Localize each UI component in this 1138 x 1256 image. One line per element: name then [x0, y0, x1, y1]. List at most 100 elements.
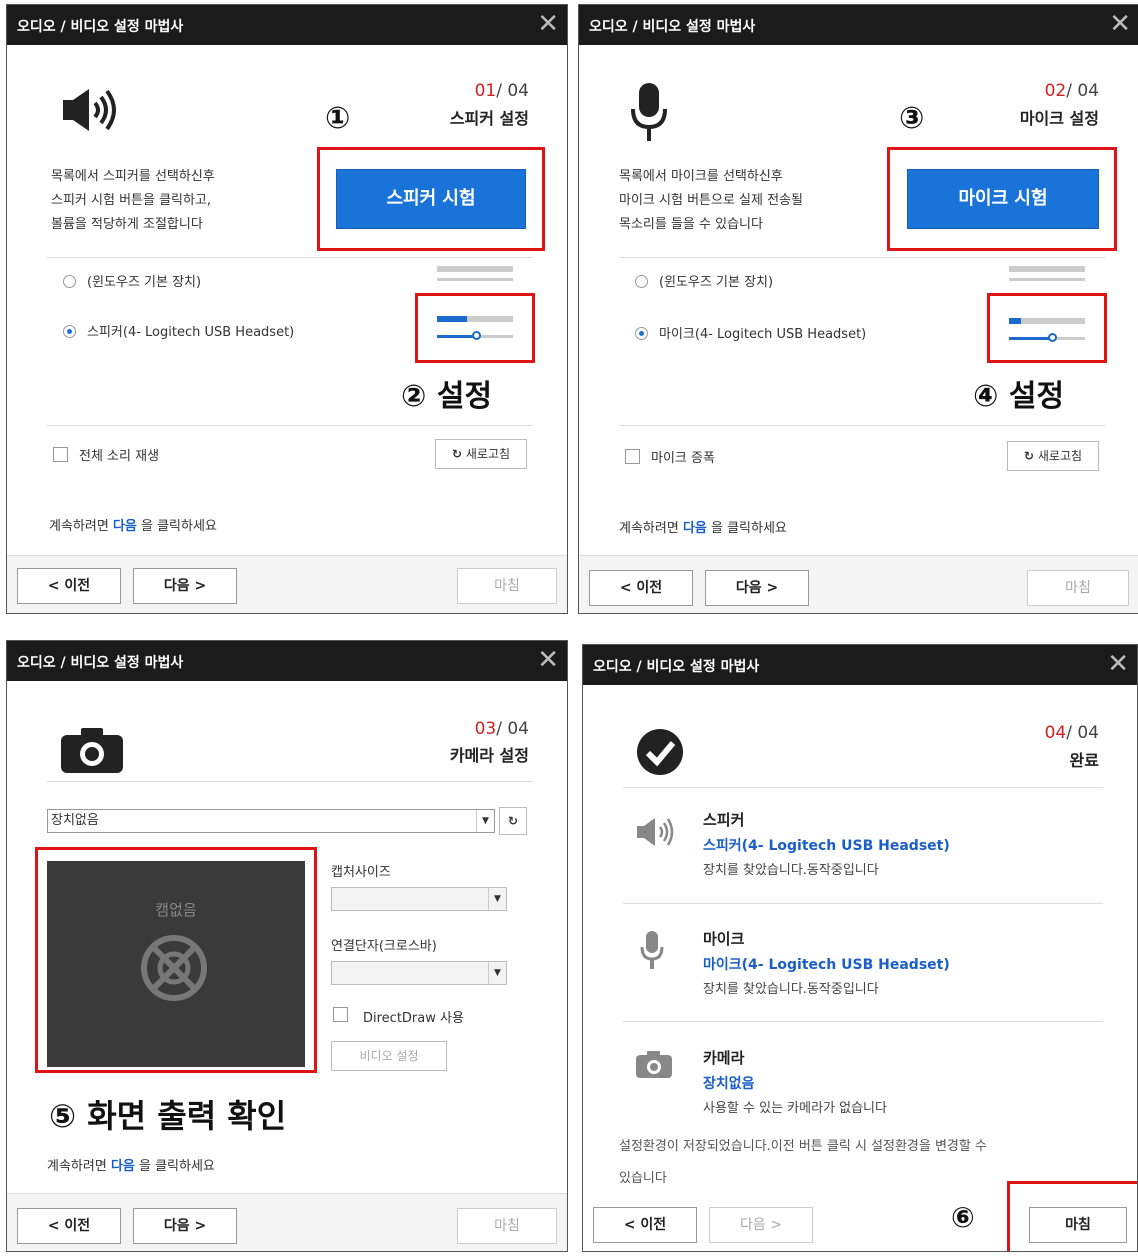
close-icon[interactable]: ✕ [537, 9, 559, 39]
prev-button[interactable]: < 이전 [17, 1208, 121, 1244]
title-bar: 오디오 / 비디오 설정 마법사 ✕ [579, 5, 1138, 45]
camera-icon [636, 1051, 672, 1078]
instruction-line: 스피커 시험 버튼을 클릭하고, [51, 193, 212, 208]
step-total: / 04 [496, 719, 529, 739]
close-icon[interactable]: ✕ [1107, 649, 1129, 679]
refresh-label: 새로고침 [465, 447, 511, 461]
step-title: 마이크 설정 [1019, 109, 1099, 128]
device-label: (윈도우즈 기본 장치) [87, 275, 202, 290]
annotation-3: ③ [899, 101, 925, 136]
step-indicator: 04/ 04 [1045, 723, 1099, 743]
input-slider-track[interactable] [1009, 278, 1085, 281]
prev-button[interactable]: < 이전 [589, 570, 693, 606]
speaker-icon [637, 818, 674, 846]
close-icon[interactable]: ✕ [537, 645, 559, 675]
step-title: 카메라 설정 [449, 746, 529, 765]
next-button[interactable]: 다음 > [709, 1207, 813, 1243]
summary-device: 스피커(4- Logitech USB Headset) [703, 838, 950, 854]
finish-button[interactable]: 마침 [1029, 1207, 1127, 1243]
summary-status: 장치를 찾았습니다.동작중입니다 [703, 863, 879, 878]
footer: < 이전 다음 > 마침 [579, 555, 1138, 613]
window-title: 오디오 / 비디오 설정 마법사 [17, 655, 184, 671]
capture-size-label: 캡처사이즈 [331, 865, 391, 880]
camera-icon [61, 728, 123, 773]
step-number: 01 [474, 81, 497, 101]
wizard-window-camera: 오디오 / 비디오 설정 마법사 ✕ 03/ 04 카메라 설정 장치없음 ▼ … [6, 640, 568, 1252]
step-total: / 04 [1066, 81, 1099, 101]
capture-size-select[interactable]: ▼ [331, 887, 507, 911]
chevron-down-icon: ▼ [488, 962, 506, 984]
step-number: 02 [1044, 81, 1067, 101]
divider [47, 257, 533, 258]
step-number: 04 [1044, 723, 1067, 743]
microphone-icon [631, 83, 667, 141]
microphone-test-button[interactable]: 마이크 시험 [907, 169, 1099, 229]
device-label: 스피커(4- Logitech USB Headset) [87, 325, 295, 340]
step-total: / 04 [496, 81, 529, 101]
summary-status: 사용할 수 있는 카메라가 없습니다 [703, 1101, 887, 1116]
volume-slider-fill [437, 335, 477, 338]
play-all-checkbox[interactable] [53, 447, 68, 462]
radio-headset-device[interactable] [63, 325, 76, 338]
next-button[interactable]: 다음 > [133, 568, 237, 604]
step-indicator: 02/ 04 [1045, 81, 1099, 101]
microphone-icon [640, 931, 664, 969]
instruction-line: 목소리를 들을 수 있습니다 [619, 217, 763, 232]
chevron-down-icon: ▼ [476, 810, 494, 832]
prev-button[interactable]: < 이전 [17, 568, 121, 604]
camera-preview: 캠없음 [47, 861, 305, 1067]
prev-button[interactable]: < 이전 [593, 1207, 697, 1243]
finish-button[interactable]: 마침 [457, 568, 557, 604]
finish-button[interactable]: 마침 [1027, 570, 1129, 606]
refresh-button[interactable]: ↻ [499, 807, 527, 835]
video-settings-button[interactable]: 비디오 설정 [331, 1041, 447, 1071]
checkbox-label: 마이크 증폭 [651, 451, 715, 466]
next-button[interactable]: 다음 > [133, 1208, 237, 1244]
connector-label: 연결단자(크로스바) [331, 939, 437, 954]
wizard-window-microphone: 오디오 / 비디오 설정 마법사 ✕ 02/ 04 마이크 설정 ③ 목록에서 … [578, 4, 1138, 614]
summary-device: 마이크(4- Logitech USB Headset) [703, 957, 950, 973]
directdraw-checkbox[interactable] [333, 1007, 348, 1022]
next-button[interactable]: 다음 > [705, 570, 809, 606]
summary-status: 장치를 찾았습니다.동작중입니다 [703, 982, 879, 997]
divider [623, 787, 1103, 788]
radio-headset-device[interactable] [635, 327, 648, 340]
summary-title: 카메라 [703, 1049, 745, 1067]
input-level-fill [1009, 318, 1021, 324]
camera-device-select[interactable]: 장치없음 ▼ [47, 809, 495, 833]
annotation-1: ① [325, 101, 351, 136]
summary-title: 마이크 [703, 930, 745, 948]
checkbox-label: 전체 소리 재생 [79, 449, 160, 464]
volume-slider-track[interactable] [437, 278, 513, 281]
instructions: 목록에서 마이크를 선택하신후 마이크 시험 버튼으로 실제 전송될 목소리를 … [619, 165, 803, 237]
step-title: 완료 [1069, 751, 1099, 770]
mic-boost-checkbox[interactable] [625, 449, 640, 464]
instruction-line: 목록에서 스피커를 선택하신후 [51, 169, 215, 184]
instruction-line: 목록에서 마이크를 선택하신후 [619, 169, 783, 184]
window-title: 오디오 / 비디오 설정 마법사 [17, 19, 184, 35]
divider [619, 425, 1105, 426]
chevron-down-icon: ▼ [488, 888, 506, 910]
directdraw-label: DirectDraw 사용 [363, 1011, 464, 1026]
input-level-bar [1009, 266, 1085, 272]
saved-note: 있습니다 [619, 1171, 667, 1186]
refresh-button[interactable]: ↻ 새로고침 [435, 439, 527, 469]
input-slider-handle[interactable] [1048, 333, 1057, 342]
finish-button[interactable]: 마침 [457, 1208, 557, 1244]
speaker-test-button[interactable]: 스피커 시험 [336, 169, 526, 229]
step-total: / 04 [1066, 723, 1099, 743]
radio-default-device[interactable] [63, 275, 76, 288]
footer: < 이전 다음 > 마침 [583, 1181, 1137, 1251]
connector-select[interactable]: ▼ [331, 961, 507, 985]
refresh-button[interactable]: ↻ 새로고침 [1007, 441, 1099, 471]
volume-slider-handle[interactable] [472, 331, 481, 340]
selected-device: 장치없음 [51, 813, 99, 828]
divider [623, 1021, 1103, 1022]
close-icon[interactable]: ✕ [1109, 9, 1131, 39]
continue-hint: 계속하려면 다음 을 클릭하세요 [49, 519, 217, 534]
wizard-window-complete: 오디오 / 비디오 설정 마법사 ✕ 04/ 04 완료 스피커 스피커(4- … [582, 644, 1138, 1252]
divider [47, 781, 533, 782]
radio-default-device[interactable] [635, 275, 648, 288]
instructions: 목록에서 스피커를 선택하신후 스피커 시험 버튼을 클릭하고, 볼륨을 적당하… [51, 165, 215, 237]
continue-hint: 계속하려면 다음 을 클릭하세요 [47, 1159, 215, 1174]
